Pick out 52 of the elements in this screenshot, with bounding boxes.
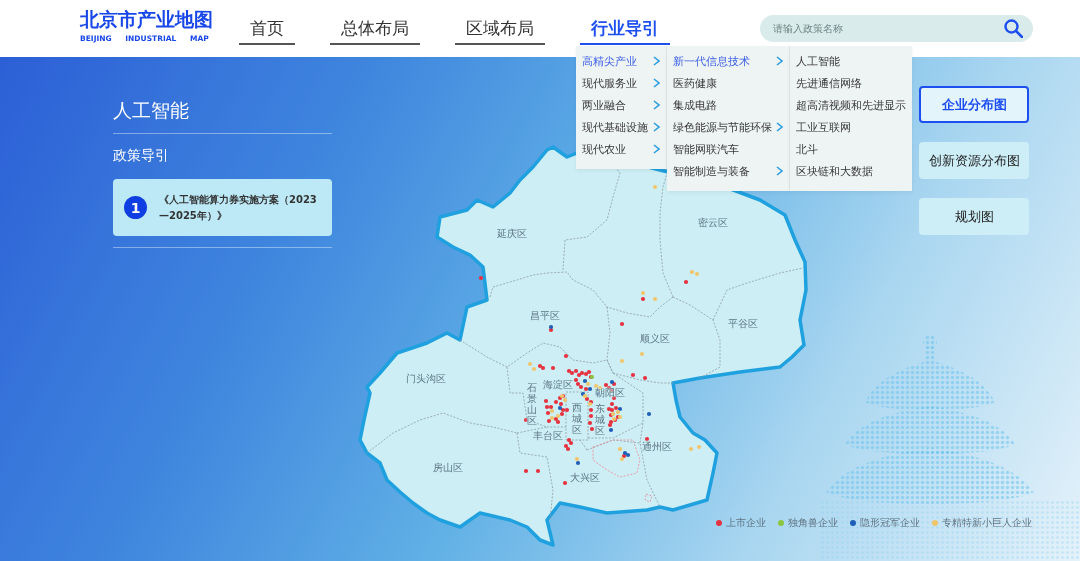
district-label: 东城区	[595, 402, 605, 436]
district-label: 大兴区	[570, 472, 600, 484]
policy-title: 《人工智能算力券实施方案（2023—2025年）》	[159, 192, 318, 223]
map-view-button[interactable]: 创新资源分布图	[919, 142, 1029, 179]
menu-item[interactable]: 智能网联汽车	[667, 138, 789, 160]
search-button[interactable]	[1004, 19, 1023, 38]
legend-label: 独角兽企业	[788, 516, 838, 530]
district-label: 平谷区	[728, 318, 758, 330]
nav-tab[interactable]: 行业导引	[580, 12, 670, 45]
site-logo-title[interactable]: 北京市产业地图	[80, 8, 213, 30]
menu-item[interactable]: 超高清视频和先进显示	[790, 94, 912, 116]
menu-item[interactable]: 现代基础设施	[576, 116, 666, 138]
menu-item[interactable]: 医药健康	[667, 72, 789, 94]
district-label: 西城区	[572, 401, 582, 435]
policy-card[interactable]: 1 《人工智能算力券实施方案（2023—2025年）》	[113, 179, 332, 236]
district-label: 密云区	[698, 217, 728, 229]
search-icon	[1004, 19, 1023, 38]
district-label: 延庆区	[497, 228, 527, 240]
district-label: 房山区	[433, 462, 463, 474]
section-title: 政策导引	[113, 146, 169, 165]
district-label: 海淀区	[543, 379, 573, 391]
menu-item[interactable]: 区块链和大数据	[790, 160, 912, 182]
menu-item[interactable]: 现代服务业	[576, 72, 666, 94]
menu-item[interactable]: 高精尖产业	[576, 50, 666, 72]
menu-item[interactable]: 工业互联网	[790, 116, 912, 138]
nav-tab[interactable]: 首页	[239, 12, 295, 45]
district-label: 昌平区	[530, 310, 560, 322]
district-label: 石景山区	[527, 382, 537, 426]
menu-item[interactable]: 集成电路	[667, 94, 789, 116]
legend-label: 专精特新小巨人企业	[942, 516, 1032, 530]
map-view-button[interactable]: 规划图	[919, 198, 1029, 235]
district-label: 朝阳区	[595, 387, 625, 399]
district-label: 门头沟区	[406, 373, 446, 385]
menu-item[interactable]: 人工智能	[790, 50, 912, 72]
industry-title: 人工智能	[113, 98, 189, 123]
menu-item[interactable]: 两业融合	[576, 94, 666, 116]
menu-item[interactable]: 先进通信网络	[790, 72, 912, 94]
nav-tab[interactable]: 区域布局	[455, 12, 545, 45]
map-view-button[interactable]: 企业分布图	[919, 86, 1029, 123]
district-label: 顺义区	[640, 333, 670, 345]
menu-item[interactable]: 新一代信息技术	[667, 50, 789, 72]
menu-item[interactable]: 北斗	[790, 138, 912, 160]
district-label: 丰台区	[533, 430, 563, 442]
nav-tab[interactable]: 总体布局	[330, 12, 420, 45]
legend-label: 隐形冠军企业	[860, 516, 920, 530]
menu-item[interactable]: 现代农业	[576, 138, 666, 160]
menu-item[interactable]: 智能制造与装备	[667, 160, 789, 182]
menu-item[interactable]: 绿色能源与节能环保	[667, 116, 789, 138]
district-label: 通州区	[642, 441, 672, 453]
search-field[interactable]: 请输入政策名称	[760, 15, 1033, 42]
legend-label: 上市企业	[726, 516, 766, 530]
policy-number: 1	[124, 196, 147, 219]
